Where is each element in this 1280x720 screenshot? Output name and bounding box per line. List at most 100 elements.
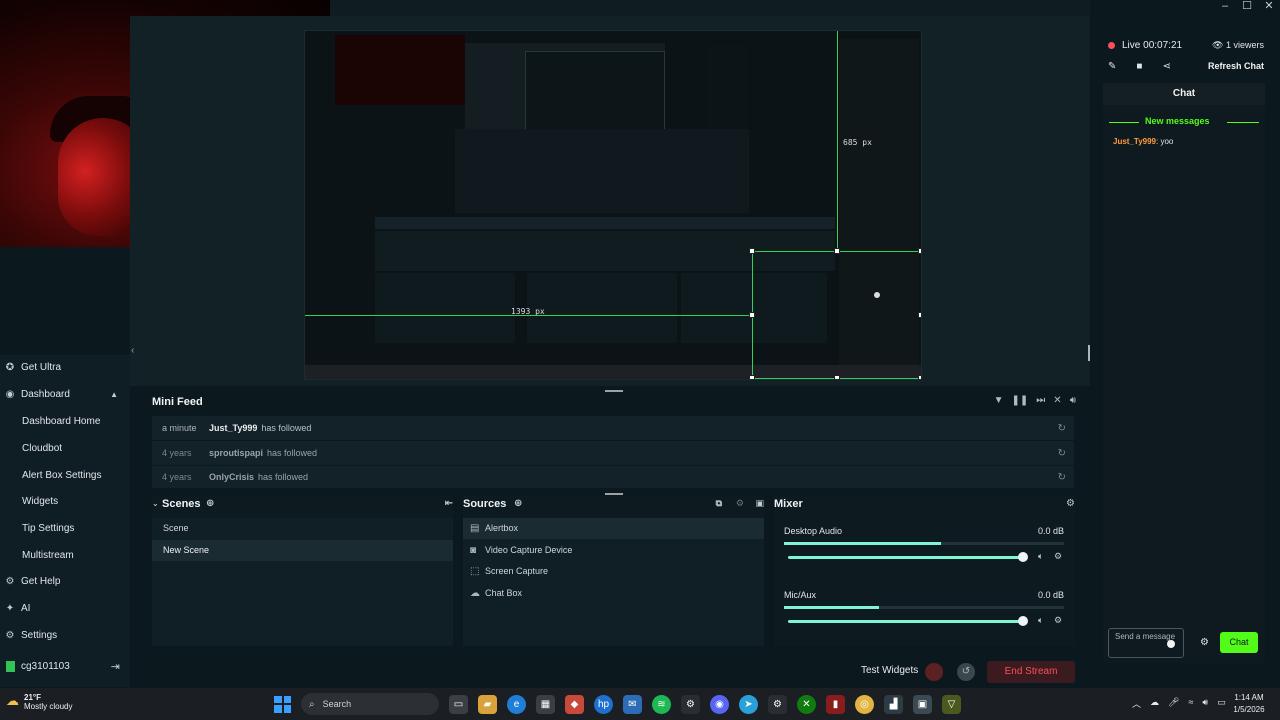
microphone-icon[interactable]: 🎤︎: [1168, 697, 1179, 710]
windows-start-icon[interactable]: [274, 695, 291, 713]
refresh-chat-button[interactable]: Refresh Chat: [1208, 61, 1264, 71]
resize-handle-right[interactable]: [918, 312, 921, 318]
source-properties-icon[interactable]: ⚙: [736, 498, 744, 509]
volume-icon[interactable]: 🔊︎: [1070, 395, 1076, 406]
close-button[interactable]: ✕: [1258, 0, 1280, 14]
nav-settings[interactable]: ⚙ Settings: [0, 624, 130, 646]
mixer-settings-icon[interactable]: ⚙: [1066, 498, 1075, 509]
skip-icon[interactable]: ⏭: [1036, 395, 1045, 406]
source-item[interactable]: ▤ Alertbox: [463, 518, 764, 539]
resize-handle-tr[interactable]: [918, 248, 921, 254]
nav-dashboard[interactable]: ◉ Dashboard ▲: [0, 383, 130, 405]
speaker-icon[interactable]: 🔈︎: [1038, 551, 1043, 562]
record-button[interactable]: [925, 663, 943, 681]
width-readout: 1393 px: [511, 307, 545, 316]
chrome-icon[interactable]: ◎: [855, 694, 874, 714]
store-icon[interactable]: ▦: [536, 694, 555, 714]
volume-slider[interactable]: [788, 616, 1028, 626]
telegram-icon[interactable]: ➤: [739, 694, 758, 714]
chat-settings-icon[interactable]: ⚙: [1200, 637, 1209, 648]
source-group-icon[interactable]: ⧉: [716, 498, 722, 509]
chevron-up-icon[interactable]: ▲: [110, 390, 118, 399]
nav-widgets[interactable]: Widgets: [0, 490, 130, 512]
resize-handle-br[interactable]: [918, 375, 921, 379]
mail-icon[interactable]: ✉: [623, 694, 642, 714]
source-folder-icon[interactable]: ▣: [755, 498, 764, 509]
mute-alerts-icon[interactable]: ✕: [1053, 395, 1061, 406]
volume-slider[interactable]: [788, 552, 1028, 562]
source-item[interactable]: ⬚ Screen Capture: [463, 561, 764, 582]
resize-handle-bottom[interactable]: [834, 375, 840, 379]
resize-handle-left[interactable]: [749, 312, 755, 318]
replay-icon[interactable]: ↻: [1058, 448, 1066, 459]
task-view-icon[interactable]: ▭: [449, 694, 468, 714]
filter-icon[interactable]: ▼: [994, 395, 1004, 406]
hp-icon[interactable]: hp: [594, 694, 613, 714]
volume-icon[interactable]: 🔊︎: [1202, 697, 1208, 710]
resize-handle-bl[interactable]: [749, 375, 755, 379]
battery-icon[interactable]: ▭: [1217, 697, 1226, 710]
nav-dashboard-home[interactable]: Dashboard Home: [0, 410, 130, 432]
nav-tip-settings[interactable]: Tip Settings: [0, 517, 130, 539]
resize-divider[interactable]: [605, 493, 623, 495]
app-icon[interactable]: ◆: [565, 694, 584, 714]
minimize-button[interactable]: –: [1214, 0, 1236, 14]
weather-widget[interactable]: ☁ 21°F Mostly cloudy: [6, 693, 72, 711]
slider-knob[interactable]: [1018, 552, 1028, 562]
nav-ai[interactable]: ✦ AI: [0, 597, 130, 619]
pause-icon[interactable]: ❚❚: [1012, 395, 1029, 406]
add-source-icon[interactable]: ⊕: [514, 498, 522, 509]
cloudy-weather-icon: ☁: [6, 693, 19, 708]
app-icon-2[interactable]: ▮: [826, 694, 845, 714]
app-icon-4[interactable]: ▽: [942, 694, 961, 714]
test-widgets-button[interactable]: Test Widgets: [861, 665, 918, 676]
replay-buffer-button[interactable]: ↺: [957, 663, 975, 681]
add-scene-icon[interactable]: ⊕: [206, 498, 214, 509]
app-icon-3[interactable]: ▣: [913, 694, 932, 714]
steam-icon-2[interactable]: ⚙: [768, 694, 787, 714]
chevron-up-icon[interactable]: ︿: [1132, 697, 1141, 710]
xbox-icon[interactable]: ✕: [797, 694, 816, 714]
scene-transitions-icon[interactable]: ⇤: [445, 498, 453, 509]
nav-get-help[interactable]: ⚙ Get Help: [0, 570, 130, 592]
slider-knob[interactable]: [1018, 616, 1028, 626]
nav-cloudbot[interactable]: Cloudbot: [0, 437, 130, 459]
channel-settings-icon[interactable]: ⚙: [1054, 615, 1062, 626]
resize-handle-top[interactable]: [834, 248, 840, 254]
stream-preview[interactable]: 685 px 1393 px: [304, 30, 922, 380]
chevron-down-icon[interactable]: ⌄: [152, 499, 159, 508]
streamlabs-icon[interactable]: ▟: [884, 694, 903, 714]
feed-action: has followed: [258, 472, 309, 482]
wifi-icon[interactable]: ≈: [1188, 697, 1193, 710]
speaker-icon[interactable]: 🔈︎: [1038, 615, 1043, 626]
replay-icon[interactable]: ↻: [1058, 423, 1066, 434]
discord-icon[interactable]: ◉: [710, 694, 729, 714]
spotify-icon[interactable]: ≋: [652, 694, 671, 714]
nav-alert-box-settings[interactable]: Alert Box Settings: [0, 464, 130, 486]
scene-item-active[interactable]: New Scene: [152, 540, 453, 561]
emoji-icon[interactable]: [1167, 640, 1175, 648]
steam-icon[interactable]: ⚙: [681, 694, 700, 714]
nav-multistream[interactable]: Multistream: [0, 544, 130, 566]
scene-item[interactable]: Scene: [152, 518, 453, 539]
channel-settings-icon[interactable]: ⚙: [1054, 551, 1062, 562]
source-item[interactable]: ◙ Video Capture Device: [463, 540, 764, 561]
chevron-left-icon[interactable]: ‹: [131, 345, 134, 356]
file-explorer-icon[interactable]: ▰: [478, 694, 497, 714]
chat-author[interactable]: Just_Ty999: [1113, 137, 1156, 146]
cloud-icon[interactable]: ☁: [1150, 697, 1159, 710]
maximize-button[interactable]: ☐: [1236, 0, 1258, 14]
edit-icon[interactable]: ✎: [1108, 61, 1116, 72]
mixer-channel-mic: Mic/Aux 0.0 dB 🔈︎ ⚙: [784, 590, 1064, 640]
taskbar-search[interactable]: ⌕ Search: [301, 693, 439, 715]
edge-icon[interactable]: e: [507, 694, 526, 714]
system-clock[interactable]: 1:14 AM 1/5/2026: [1226, 692, 1272, 716]
share-icon[interactable]: ⋖: [1162, 61, 1170, 72]
send-chat-button[interactable]: Chat: [1220, 632, 1258, 653]
resize-handle-tl[interactable]: [749, 248, 755, 254]
end-stream-button[interactable]: End Stream: [987, 661, 1075, 683]
replay-icon[interactable]: ↻: [1058, 472, 1066, 483]
source-item[interactable]: ☁ Chat Box: [463, 583, 764, 604]
video-icon[interactable]: ■: [1136, 61, 1142, 72]
nav-get-ultra[interactable]: ✪ Get Ultra: [0, 356, 130, 378]
